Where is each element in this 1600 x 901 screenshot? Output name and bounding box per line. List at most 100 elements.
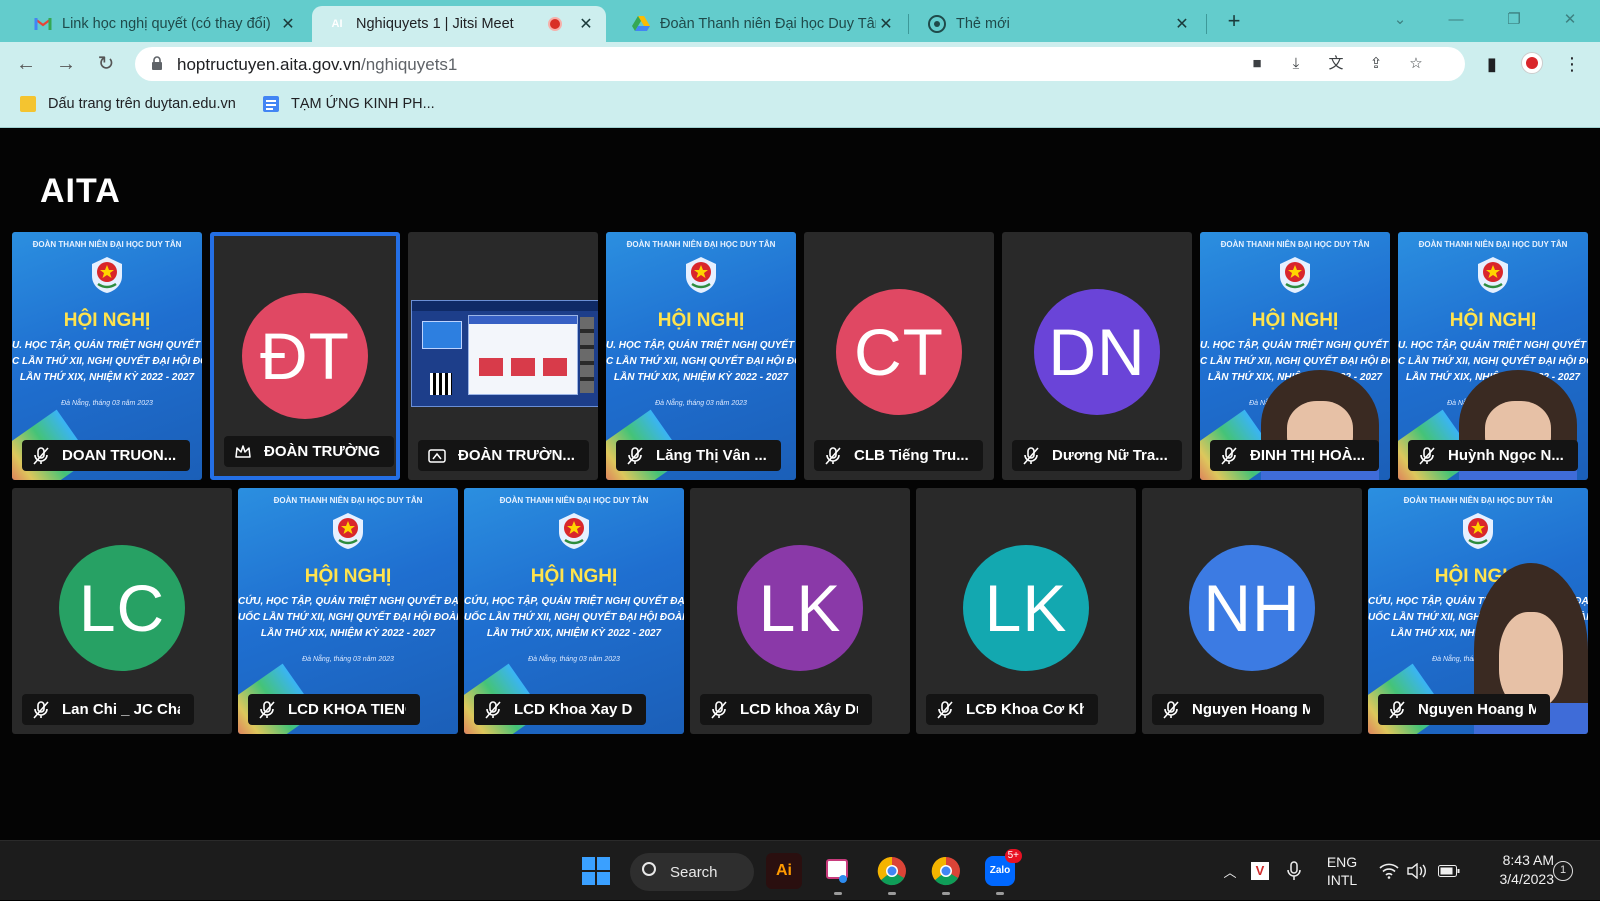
participant-name: ĐOÀN TRƯỜNG: [264, 443, 381, 460]
running-indicator: [888, 892, 896, 895]
bookmark-folder[interactable]: Dấu trang trên duytan.edu.vn: [20, 96, 236, 112]
participant-nameplate: Nguyen Hoang Mi...: [1378, 694, 1550, 725]
wifi-icon[interactable]: [1376, 841, 1402, 901]
participant-name: ĐINH THỊ HOÀ...: [1250, 447, 1365, 464]
bookmark-label: Dấu trang trên duytan.edu.vn: [48, 96, 236, 112]
vivaldi-tray-icon[interactable]: V: [1248, 841, 1272, 901]
participant-tile[interactable]: NH Nguyen Hoang Mi...: [1142, 488, 1362, 734]
minimize-icon[interactable]: —: [1436, 6, 1476, 34]
mic-muted-icon: [710, 700, 728, 719]
close-icon[interactable]: ✕: [1172, 14, 1192, 34]
participant-tile[interactable]: ĐOÀN THANH NIÊN ĐẠI HỌC DUY TÂN HỘI NGHỊ U…: [1398, 232, 1588, 480]
poster-header: ĐOÀN THANH NIÊN ĐẠI HỌC DUY TÂN: [626, 240, 776, 249]
shared-screen-photo: [479, 358, 503, 376]
poster-title: HỘI NGHỊ: [304, 566, 392, 587]
window-titlebar: [469, 316, 577, 324]
participant-tile[interactable]: ĐOÀN THANH NIÊN ĐẠI HỌC DUY TÂN HỘI NGHỊ C…: [238, 488, 458, 734]
show-hidden-icons-chevron-icon[interactable]: ︿: [1218, 841, 1242, 901]
system-clock[interactable]: 8:43 AM 3/4/2023: [1474, 851, 1555, 889]
reload-icon[interactable]: ↻: [92, 50, 120, 78]
new-tab-plus-icon[interactable]: +: [1222, 8, 1246, 34]
participant-nameplate: Huỳnh Ngọc N...: [1408, 440, 1578, 471]
participant-nameplate: CLB Tiếng Tru...: [814, 440, 983, 471]
chrome-icon: [928, 15, 946, 33]
tab-title: Đoàn Thanh niên Đại học Duy Tân: [660, 16, 876, 32]
kebab-menu-icon[interactable]: ⋮: [1560, 52, 1584, 76]
poster-line: C LẦN THỨ XII, NGHỊ QUYẾT ĐẠI HỘI ĐOÀN T: [12, 356, 202, 367]
battery-icon[interactable]: [1436, 841, 1462, 901]
participant-avatar: LC: [59, 545, 185, 671]
tab-new-tab[interactable]: Thẻ mới ✕: [912, 6, 1202, 42]
participant-tile[interactable]: ĐOÀN TRƯỜN...: [408, 232, 598, 480]
poster-line: UỐC LẦN THỨ XII, NGHỊ QUYẾT ĐẠI HỘI ĐOÀN…: [238, 612, 458, 623]
bookmark-doc[interactable]: TẠM ỨNG KINH PH...: [263, 96, 435, 112]
restore-icon[interactable]: ❐: [1494, 6, 1534, 34]
mic-muted-icon: [258, 700, 276, 719]
mic-muted-icon: [1388, 700, 1406, 719]
url-path: /nghiquyets1: [360, 55, 458, 74]
participant-tile[interactable]: LC Lan Chi _ JC Chan...: [12, 488, 232, 734]
poster-place-date: Đà Nẵng, tháng 03 năm 2023: [302, 656, 394, 663]
participant-name: ĐOÀN TRƯỜN...: [458, 447, 575, 464]
poster-line: LẦN THỨ XIX, NHIỆM KỲ 2022 - 2027: [19, 372, 195, 383]
chrome-icon[interactable]: [928, 853, 964, 895]
participant-tile[interactable]: LK LCĐ Khoa Cơ Khí ...: [916, 488, 1136, 734]
participant-name: CLB Tiếng Tru...: [854, 447, 969, 464]
tab-jitsi-meet[interactable]: AI Nghiquyets 1 | Jitsi Meet ✕: [312, 6, 606, 42]
mic-muted-icon: [1162, 700, 1180, 719]
clock-date: 3/4/2023: [1499, 871, 1555, 887]
windows-start-icon[interactable]: [578, 853, 614, 889]
close-icon[interactable]: ✕: [278, 14, 298, 34]
back-arrow-icon[interactable]: ←: [12, 50, 40, 78]
participant-avatar: LK: [737, 545, 863, 671]
zalo-badge: 5+: [1004, 849, 1022, 863]
side-panel-icon[interactable]: ▮: [1480, 52, 1504, 76]
close-icon[interactable]: ✕: [876, 14, 896, 34]
poster-line: U. HỌC TẬP, QUÁN TRIỆT NGHỊ QUYẾT ĐẠI: [1398, 340, 1588, 351]
poster-line: C LẦN THỨ XII, NGHỊ QUYẾT ĐẠI HỘI ĐOÀN T: [1398, 356, 1588, 367]
input-language-indicator[interactable]: ENG INTL: [1318, 841, 1366, 901]
participant-tile[interactable]: ĐOÀN THANH NIÊN ĐẠI HỌC DUY TÂN HỘI NGHỊ U…: [1200, 232, 1390, 480]
notification-center-badge[interactable]: 1: [1553, 861, 1573, 881]
install-app-icon[interactable]: ⤓: [1286, 55, 1306, 73]
illustrator-icon[interactable]: Ai: [766, 853, 802, 889]
zalo-icon[interactable]: Zalo 5+: [982, 849, 1022, 895]
tab-title: Thẻ mới: [956, 16, 1010, 32]
participant-tile[interactable]: DN Dương Nữ Tra...: [1002, 232, 1192, 480]
participant-tile[interactable]: ĐOÀN THANH NIÊN ĐẠI HỌC DUY TÂN HỘI NGHỊ U…: [606, 232, 796, 480]
tab-search-chevron-icon[interactable]: ⌄: [1380, 6, 1420, 34]
poster-header: ĐOÀN THANH NIÊN ĐẠI HỌC DUY TÂN: [273, 496, 423, 505]
camera-icon[interactable]: ■: [1247, 55, 1267, 73]
close-icon[interactable]: ✕: [576, 14, 596, 34]
participant-nameplate: ĐINH THỊ HOÀ...: [1210, 440, 1379, 471]
share-icon[interactable]: ⇪: [1366, 55, 1386, 73]
translate-icon[interactable]: 文: [1326, 55, 1346, 73]
volume-icon[interactable]: [1404, 841, 1430, 901]
address-bar[interactable]: hoptructuyen.aita.gov.vn/nghiquyets1 ■ ⤓…: [135, 47, 1465, 81]
participant-tile[interactable]: CT CLB Tiếng Tru...: [804, 232, 994, 480]
lock-icon: [152, 56, 162, 70]
participant-name: Nguyen Hoang Mi...: [1418, 701, 1536, 718]
taskbar-search[interactable]: Search: [630, 853, 754, 891]
chrome-icon[interactable]: [874, 853, 910, 895]
shared-screen-thumbnails: [580, 317, 594, 393]
tab-gmail[interactable]: Link học nghị quyết (có thay đổi) ✕: [18, 6, 308, 42]
tab-google-drive[interactable]: Đoàn Thanh niên Đại học Duy Tân ✕: [616, 6, 906, 42]
participant-tile[interactable]: ĐOÀN THANH NIÊN ĐẠI HỌC DUY TÂN HỘI NGHỊ C…: [464, 488, 684, 734]
participant-avatar: DN: [1034, 289, 1160, 415]
snipping-tool-icon[interactable]: [820, 853, 856, 895]
forward-arrow-icon[interactable]: →: [52, 50, 80, 78]
poster-line: C LẦN THỨ XII, NGHỊ QUYẾT ĐẠI HỘI ĐOÀN T: [606, 356, 796, 367]
youth-union-emblem-icon: [92, 257, 122, 293]
shared-screen-logo: [422, 321, 462, 349]
mic-muted-icon: [32, 700, 50, 719]
mic-muted-icon: [1022, 446, 1040, 465]
participant-tile[interactable]: ĐOÀN THANH NIÊN ĐẠI HỌC DUY TÂN HỘI NGHỊ U…: [12, 232, 202, 480]
participant-tile[interactable]: ĐT ĐOÀN TRƯỜNG: [210, 232, 400, 480]
microphone-icon[interactable]: [1282, 841, 1306, 901]
window-close-icon[interactable]: ✕: [1550, 6, 1590, 34]
participant-tile[interactable]: LK LCD khoa Xây Dựng: [690, 488, 910, 734]
profile-avatar[interactable]: [1520, 52, 1544, 76]
participant-tile[interactable]: ĐOÀN THANH NIÊN ĐẠI HỌC DUY TÂN HỘI NGHỊ C…: [1368, 488, 1588, 734]
bookmark-star-icon[interactable]: ☆: [1406, 55, 1426, 73]
